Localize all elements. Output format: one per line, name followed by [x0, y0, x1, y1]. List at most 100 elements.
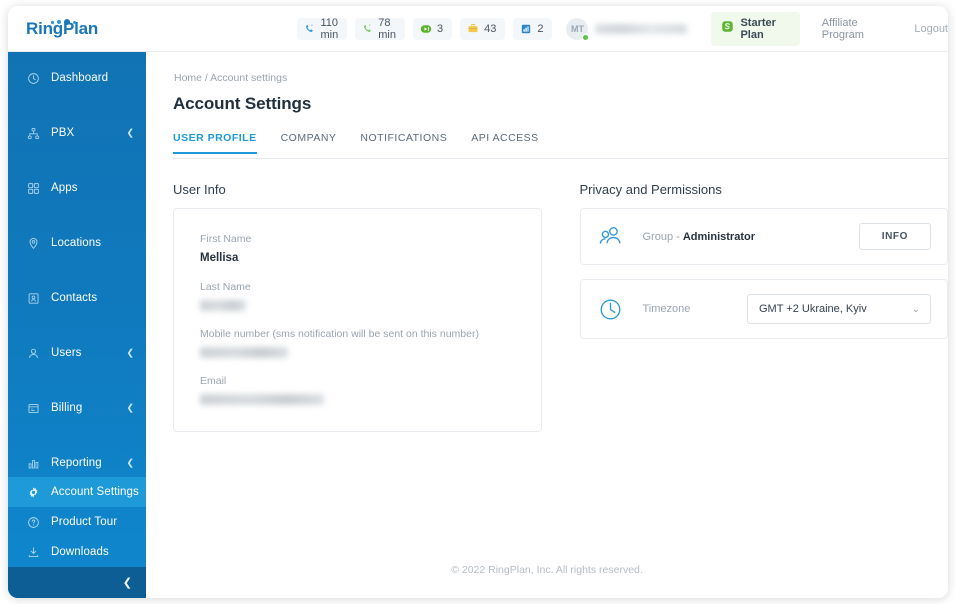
voicemail-play-icon — [420, 23, 432, 35]
settings-tabs: USER PROFILE COMPANY NOTIFICATIONS API A… — [173, 132, 948, 159]
question-circle-icon — [26, 515, 40, 529]
sidebar-item-downloads[interactable]: Downloads — [8, 537, 146, 567]
avatar: MT — [566, 17, 590, 41]
stat-voicemails[interactable]: 3 — [412, 17, 453, 40]
sidebar-item-label: Contacts — [51, 292, 98, 304]
group-label: Group - Administrator — [643, 231, 859, 243]
online-status-dot — [582, 33, 590, 41]
field-label: First Name — [200, 233, 252, 245]
sidebar-item-product-tour[interactable]: Product Tour — [8, 507, 146, 537]
tab-user-profile[interactable]: USER PROFILE — [173, 132, 257, 154]
sidebar-item-reporting[interactable]: Reporting ❮ — [8, 449, 146, 477]
field-value-redacted[interactable] — [200, 394, 324, 405]
user-info-heading: User Info — [173, 182, 226, 197]
sidebar-item-billing[interactable]: Billing ❮ — [8, 394, 146, 422]
clock-icon — [597, 296, 631, 323]
sidebar-item-contacts[interactable]: Contacts — [8, 284, 146, 312]
location-pin-icon — [26, 236, 40, 250]
user-menu[interactable]: MT — [566, 17, 688, 41]
main-content: Home / Account settings Account Settings… — [146, 52, 948, 598]
privacy-heading: Privacy and Permissions — [579, 182, 722, 197]
stat-value: 43 — [484, 22, 497, 35]
reporting-bars-icon — [26, 456, 40, 470]
copyright-footer: © 2022 RingPlan, Inc. All rights reserve… — [451, 564, 643, 576]
chevron-left-icon: ❮ — [122, 577, 132, 589]
sidebar-item-label: Locations — [51, 237, 102, 249]
chevron-left-icon: ❮ — [126, 457, 134, 468]
stat-value: 3 — [436, 22, 444, 35]
sidebar-item-label: Downloads — [51, 546, 109, 558]
sidebar-item-account-settings[interactable]: Account Settings — [8, 477, 146, 507]
chevron-left-icon: ❮ — [126, 127, 134, 138]
fax-report-icon — [520, 23, 532, 35]
stat-outbound-minutes[interactable]: 78 min — [355, 16, 405, 41]
billing-card-icon — [26, 401, 40, 415]
logout-link[interactable]: Logout — [914, 23, 948, 35]
users-group-icon — [597, 223, 631, 250]
sidebar-item-label: Reporting — [51, 457, 102, 469]
briefcase-icon — [467, 23, 479, 35]
download-icon — [26, 545, 40, 559]
user-info-column: User Info First Name Mellisa Last Name M… — [173, 182, 542, 432]
field-label: Email — [200, 375, 227, 387]
group-label-value: Administrator — [682, 230, 755, 243]
sidebar-item-dashboard[interactable]: Dashboard — [8, 64, 146, 92]
sidebar-item-label: Dashboard — [51, 72, 109, 84]
tab-notifications[interactable]: NOTIFICATIONS — [360, 132, 447, 153]
sidebar-item-label: Product Tour — [51, 516, 118, 528]
field-value[interactable]: Mellisa — [200, 252, 515, 264]
field-value-redacted[interactable] — [200, 300, 246, 311]
group-permission-card: Group - Administrator INFO — [579, 208, 948, 265]
sidebar-item-label: Billing — [51, 402, 83, 414]
field-email: Email — [200, 375, 515, 405]
user-info-card: First Name Mellisa Last Name Mobile numb… — [173, 208, 542, 432]
group-label-prefix: Group - — [642, 230, 683, 243]
app-logo[interactable]: RingPlan — [8, 6, 127, 52]
dashboard-clock-icon — [26, 71, 40, 85]
sidebar-item-apps[interactable]: Apps — [8, 174, 146, 202]
pbx-network-icon — [26, 126, 40, 140]
affiliate-program-link[interactable]: Affiliate Program — [822, 17, 891, 41]
sidebar-collapse-bar[interactable]: ❮ — [8, 567, 146, 598]
timezone-select[interactable]: GMT +2 Ukraine, Kyiv ⌄ — [747, 294, 931, 324]
stat-briefcase[interactable]: 43 — [460, 17, 506, 40]
plan-badge[interactable]: Starter Plan — [711, 11, 800, 46]
sidebar-item-pbx[interactable]: PBX ❮ — [8, 119, 146, 147]
chevron-left-icon: ❮ — [126, 347, 134, 358]
breadcrumb: Home / Account settings — [174, 72, 288, 84]
field-label: Mobile number (sms notification will be … — [200, 328, 479, 340]
stat-inbound-minutes[interactable]: 110 min — [297, 16, 348, 41]
user-icon — [26, 346, 40, 360]
gear-icon — [26, 485, 40, 499]
sidebar-item-users[interactable]: Users ❮ — [8, 339, 146, 367]
chevron-down-icon: ⌄ — [911, 303, 920, 315]
field-last-name: Last Name — [200, 281, 515, 311]
usage-stats: 110 min 78 min 3 43 2 — [297, 16, 553, 41]
sidebar-item-label: Users — [51, 347, 82, 359]
field-value-redacted[interactable] — [200, 347, 288, 358]
sidebar-item-locations[interactable]: Locations — [8, 229, 146, 257]
page-title: Account Settings — [173, 94, 312, 113]
timezone-card: Timezone GMT +2 Ukraine, Kyiv ⌄ — [579, 279, 948, 339]
stat-value: 78 min — [378, 16, 396, 41]
apps-grid-icon — [26, 181, 40, 195]
sidebar-item-label: PBX — [51, 127, 75, 139]
stat-reports[interactable]: 2 — [513, 17, 553, 40]
field-mobile-number: Mobile number (sms notification will be … — [200, 328, 515, 358]
chevron-left-icon: ❮ — [126, 402, 134, 413]
sidebar-item-label: Account Settings — [51, 486, 139, 498]
field-label: Last Name — [200, 281, 251, 293]
sidebar-bottom-nav: Account Settings Product Tour Downloads … — [8, 477, 146, 598]
plan-label: Starter Plan — [740, 16, 776, 41]
top-bar: RingPlan 110 min 78 min 3 43 2 MT Starte… — [8, 6, 948, 52]
tab-api-access[interactable]: API ACCESS — [471, 132, 538, 153]
stat-value: 110 min — [320, 16, 339, 41]
sidebar: Dashboard PBX ❮ Apps Locations Contacts … — [8, 52, 146, 598]
tab-company[interactable]: COMPANY — [281, 132, 337, 153]
info-button[interactable]: INFO — [858, 223, 931, 250]
field-first-name: First Name Mellisa — [200, 233, 515, 264]
contacts-book-icon — [26, 291, 40, 305]
timezone-selected-value: GMT +2 Ukraine, Kyiv — [759, 303, 867, 315]
avatar-initials: MT — [570, 23, 584, 34]
settings-columns: User Info First Name Mellisa Last Name M… — [173, 182, 948, 432]
